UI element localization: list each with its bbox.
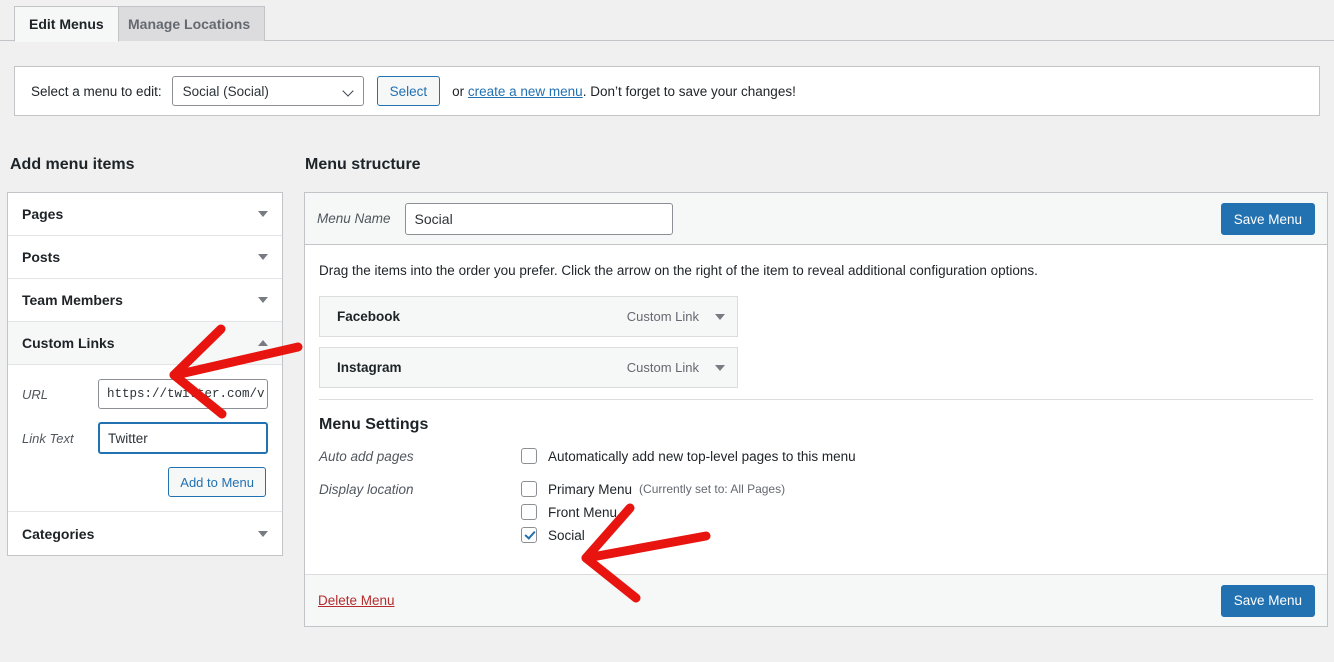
location-option-front-menu[interactable]: Front Menu xyxy=(521,504,785,520)
menu-structure-body: Drag the items into the order you prefer… xyxy=(305,245,1327,400)
menu-name-label: Menu Name xyxy=(317,211,391,226)
select-menu-label: Select a menu to edit: xyxy=(31,83,162,99)
social-checkbox[interactable] xyxy=(521,527,537,543)
link-text-label: Link Text xyxy=(22,430,74,446)
menu-name-row: Menu Name Social Save Menu xyxy=(305,193,1327,245)
custom-links-body: URL https://twitter.com/v Link Text Twit… xyxy=(8,365,282,512)
front-menu-checkbox[interactable] xyxy=(521,504,537,520)
menu-settings-section: Menu Settings Auto add pages Automatical… xyxy=(305,400,1327,574)
location-option-primary-menu[interactable]: Primary Menu (Currently set to: All Page… xyxy=(521,481,785,497)
or-text: or xyxy=(452,83,468,99)
accordion-posts[interactable]: Posts xyxy=(8,236,282,279)
chevron-down-icon xyxy=(258,297,268,303)
accordion-categories[interactable]: Categories xyxy=(8,512,282,555)
save-menu-button-bottom-label: Save Menu xyxy=(1233,593,1302,608)
menu-item-title: Facebook xyxy=(337,309,401,324)
tab-bar: Edit Menus Manage Locations xyxy=(0,0,1334,42)
save-changes-hint: . Don’t forget to save your changes! xyxy=(582,83,796,99)
add-to-menu-button[interactable]: Add to Menu xyxy=(168,467,266,497)
menu-item-meta: Custom Link xyxy=(627,309,725,324)
menu-select-dropdown-value: Social (Social) xyxy=(182,83,269,99)
front-menu-label: Front Menu xyxy=(548,504,618,520)
auto-add-pages-row: Auto add pages Automatically add new top… xyxy=(319,448,1313,471)
tab-edit-menus-label: Edit Menus xyxy=(29,16,104,32)
url-input-value: https://twitter.com/v xyxy=(107,387,265,401)
chevron-down-icon xyxy=(258,211,268,217)
accordion-posts-label: Posts xyxy=(22,249,61,265)
accordion-team-members-label: Team Members xyxy=(22,292,123,308)
menu-name-input-value: Social xyxy=(414,210,453,227)
display-location-options: Primary Menu (Currently set to: All Page… xyxy=(521,481,785,550)
menu-select-dropdown[interactable]: Social (Social) xyxy=(171,76,364,106)
url-input[interactable]: https://twitter.com/v xyxy=(98,379,268,409)
auto-add-pages-options: Automatically add new top-level pages to… xyxy=(521,448,856,471)
add-to-menu-row: Add to Menu xyxy=(22,467,268,497)
menu-name-input[interactable]: Social xyxy=(404,202,673,235)
menu-structure-title: Menu structure xyxy=(305,156,421,173)
save-menu-button-bottom[interactable]: Save Menu xyxy=(1220,584,1315,617)
menu-item-type: Custom Link xyxy=(626,309,699,324)
url-field-row: URL https://twitter.com/v xyxy=(22,379,268,409)
menu-select-bar: Select a menu to edit: Social (Social) S… xyxy=(14,66,1320,116)
primary-menu-checkbox[interactable] xyxy=(521,481,537,497)
menu-settings-title: Menu Settings xyxy=(319,416,429,433)
chevron-up-icon xyxy=(258,340,268,346)
add-menu-items-panel: Pages Posts Team Members Custom Links UR… xyxy=(7,192,283,556)
accordion-team-members[interactable]: Team Members xyxy=(8,279,282,322)
save-menu-button-top-label: Save Menu xyxy=(1233,211,1302,227)
chevron-down-icon xyxy=(344,86,355,97)
select-button[interactable]: Select xyxy=(376,76,441,106)
chevron-down-icon xyxy=(258,530,268,537)
accordion-pages[interactable]: Pages xyxy=(8,193,282,236)
social-label: Social xyxy=(548,527,585,543)
save-menu-button-top[interactable]: Save Menu xyxy=(1220,203,1315,235)
create-new-menu-link[interactable]: create a new menu xyxy=(468,84,583,99)
add-to-menu-button-label: Add to Menu xyxy=(180,474,254,490)
chevron-down-icon[interactable] xyxy=(715,313,725,320)
menu-structure-footer: Delete Menu Save Menu xyxy=(305,574,1327,626)
link-text-input-value: Twitter xyxy=(108,430,148,446)
chevron-down-icon xyxy=(258,254,268,260)
tab-manage-locations-label: Manage Locations xyxy=(128,16,251,32)
display-location-row: Display location Primary Menu (Currently… xyxy=(319,481,1313,550)
accordion-pages-label: Pages xyxy=(22,206,64,222)
chevron-down-icon[interactable] xyxy=(715,364,725,371)
url-label: URL xyxy=(22,386,49,402)
tab-manage-locations[interactable]: Manage Locations xyxy=(113,6,266,41)
link-text-input[interactable]: Twitter xyxy=(98,422,268,454)
menu-item-instagram[interactable]: Instagram Custom Link xyxy=(319,347,738,388)
delete-menu-link[interactable]: Delete Menu xyxy=(318,593,395,608)
accordion-custom-links[interactable]: Custom Links xyxy=(8,322,282,365)
display-location-label: Display location xyxy=(319,482,414,497)
accordion-categories-label: Categories xyxy=(22,525,95,542)
auto-add-pages-option[interactable]: Automatically add new top-level pages to… xyxy=(521,448,856,464)
auto-add-pages-checkbox[interactable] xyxy=(521,448,537,464)
menu-item-title: Instagram xyxy=(337,360,402,375)
link-text-field-row: Link Text Twitter xyxy=(22,422,268,454)
primary-menu-note: (Currently set to: All Pages) xyxy=(639,482,786,496)
accordion-custom-links-label: Custom Links xyxy=(22,335,115,351)
add-menu-items-title: Add menu items xyxy=(10,156,135,173)
tab-edit-menus[interactable]: Edit Menus xyxy=(14,6,119,42)
location-option-social[interactable]: Social xyxy=(521,527,785,543)
select-button-label: Select xyxy=(389,83,428,99)
menu-item-meta: Custom Link xyxy=(627,360,725,375)
drag-hint-text: Drag the items into the order you prefer… xyxy=(319,263,1038,278)
menu-item-facebook[interactable]: Facebook Custom Link xyxy=(319,296,738,337)
primary-menu-label: Primary Menu xyxy=(548,481,633,497)
menu-item-type: Custom Link xyxy=(626,360,699,375)
auto-add-pages-label: Auto add pages xyxy=(319,449,414,464)
auto-add-pages-option-label: Automatically add new top-level pages to… xyxy=(548,448,856,464)
menu-structure-panel: Menu Name Social Save Menu Drag the item… xyxy=(304,192,1328,627)
menu-bar-hint: or create a new menu. Don’t forget to sa… xyxy=(452,84,796,99)
